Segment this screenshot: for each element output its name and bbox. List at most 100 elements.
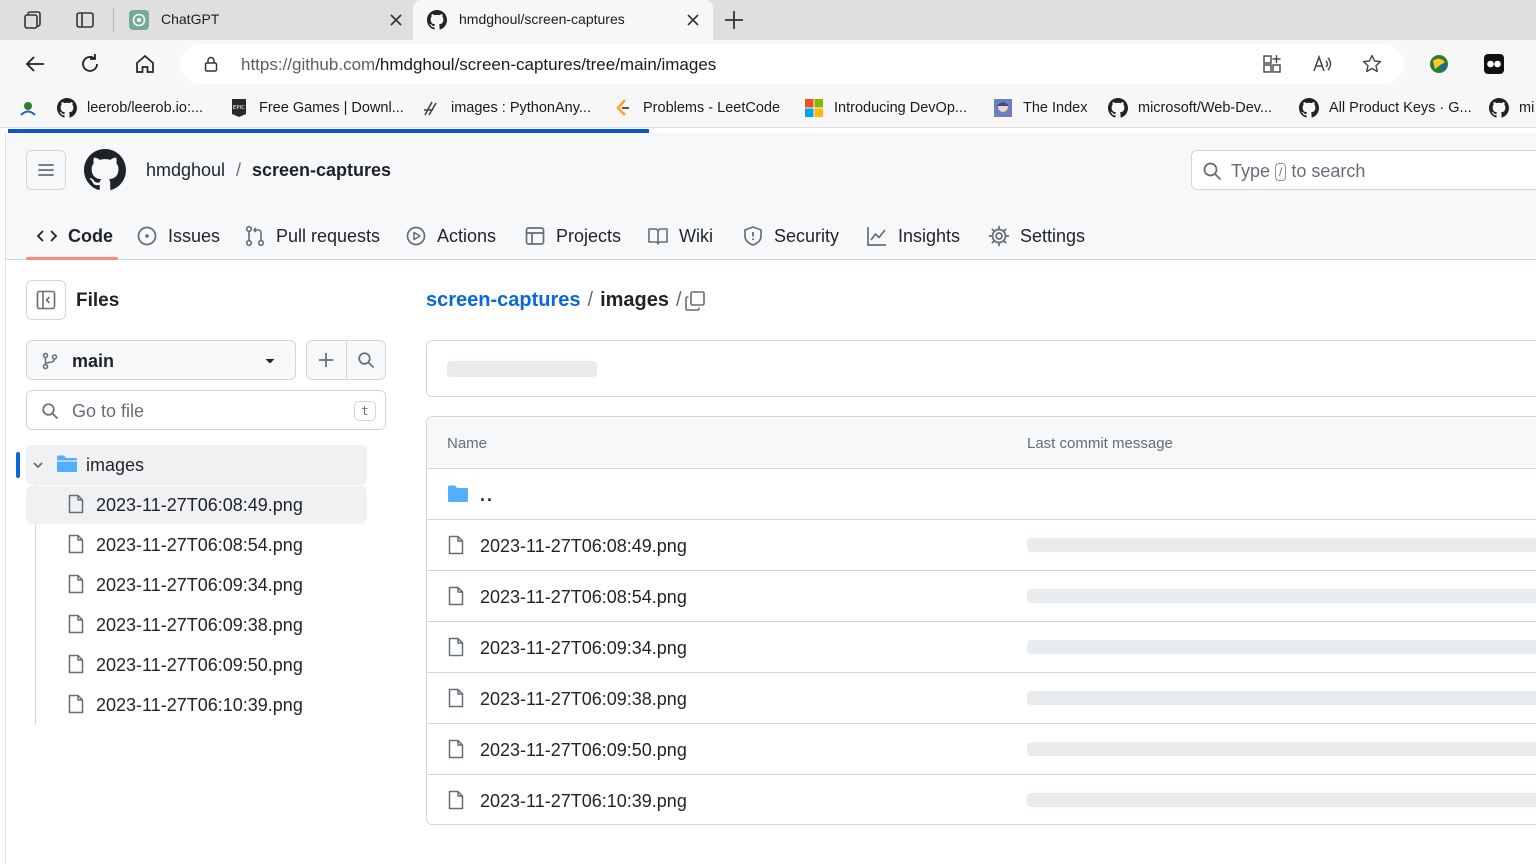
graph-icon	[866, 225, 888, 247]
tab-github[interactable]: hmdghoul/screen-captures	[413, 0, 713, 40]
table-row[interactable]: 2023-11-27T06:09:34.png	[427, 622, 1536, 673]
file-name-link[interactable]: 2023-11-27T06:09:38.png	[480, 689, 687, 710]
back-button[interactable]	[21, 50, 49, 78]
file-name-link[interactable]: 2023-11-27T06:09:50.png	[480, 740, 687, 761]
hamburger-icon	[38, 164, 54, 176]
search-prefix: Type	[1231, 161, 1271, 181]
bookmark-item[interactable]: Introducing DevOp...	[804, 97, 967, 119]
loading-skeleton	[447, 361, 597, 377]
tree-folder-images[interactable]: images	[26, 445, 367, 485]
menu-button[interactable]	[26, 150, 66, 190]
gear-icon	[988, 225, 1010, 247]
add-file-button[interactable]	[307, 341, 346, 379]
bookmark-item[interactable]: mi	[1489, 97, 1534, 119]
table-row[interactable]: 2023-11-27T06:09:50.png	[427, 724, 1536, 775]
bookmark-item[interactable]: leerob/leerob.io:...	[57, 97, 203, 119]
loading-skeleton	[1027, 691, 1536, 705]
bookmark-item[interactable]	[18, 97, 48, 119]
tree-file[interactable]: 2023-11-27T06:08:54.png	[26, 526, 367, 564]
bookmark-item[interactable]: All Product Keys · G...	[1299, 97, 1472, 119]
file-table: Name Last commit message .. 2023-11-27T0…	[426, 416, 1536, 825]
file-name-link[interactable]: 2023-11-27T06:08:54.png	[480, 587, 687, 608]
tree-file[interactable]: 2023-11-27T06:08:49.png	[26, 486, 367, 524]
tab-security[interactable]: Security	[742, 213, 839, 259]
url-host: https://github.com	[241, 55, 376, 74]
parent-directory-link[interactable]: ..	[480, 485, 494, 506]
table-row[interactable]: 2023-11-27T06:10:39.png	[427, 775, 1536, 824]
repo-owner-link[interactable]: hmdghoul	[146, 160, 225, 181]
bookmark-item[interactable]: The Index	[993, 97, 1088, 119]
tab-title: hmdghoul/screen-captures	[459, 11, 625, 27]
table-row[interactable]: 2023-11-27T06:08:54.png	[427, 571, 1536, 622]
branch-selector[interactable]: main	[26, 340, 296, 380]
close-icon[interactable]	[387, 11, 405, 29]
profile-avatar[interactable]	[1480, 50, 1508, 78]
tab-insights[interactable]: Insights	[866, 213, 960, 259]
tab-label: Pull requests	[276, 225, 381, 246]
bookmark-item[interactable]: EPIC Free Games | Downl...	[229, 97, 404, 119]
copy-path-button[interactable]	[682, 288, 708, 314]
tree-file-name: 2023-11-27T06:08:49.png	[96, 495, 303, 515]
close-icon[interactable]	[684, 11, 702, 29]
favorite-star-icon[interactable]	[1361, 53, 1383, 75]
chatgpt-icon	[129, 10, 149, 30]
browser-toolbar: https://github.com/hmdghoul/screen-captu…	[0, 40, 1536, 88]
tab-issues[interactable]: Issues	[136, 213, 220, 259]
table-row[interactable]: 2023-11-27T06:09:38.png	[427, 673, 1536, 724]
tree-file[interactable]: 2023-11-27T06:10:39.png	[26, 686, 367, 724]
anime-avatar-icon	[993, 98, 1013, 118]
file-name-link[interactable]: 2023-11-27T06:08:49.png	[480, 536, 687, 557]
column-header-message: Last commit message	[1027, 435, 1173, 452]
pull-request-icon	[244, 225, 266, 247]
chevron-down-icon	[263, 354, 277, 368]
bookmark-item[interactable]: microsoft/Web-Dev...	[1108, 97, 1272, 119]
home-button[interactable]	[131, 50, 159, 78]
vertical-tabs-icon[interactable]	[71, 6, 99, 34]
new-tab-button[interactable]	[720, 6, 748, 34]
tab-code[interactable]: Code	[36, 213, 113, 259]
search-files-button[interactable]	[345, 341, 385, 379]
search-icon	[358, 352, 374, 368]
tab-pull-requests[interactable]: Pull requests	[244, 213, 380, 259]
table-row-parent[interactable]: ..	[427, 469, 1536, 520]
bookmark-item[interactable]: images : PythonAny...	[421, 97, 591, 119]
search-input[interactable]: Type / to search	[1191, 150, 1536, 190]
tab-chatgpt[interactable]: ChatGPT	[115, 0, 411, 40]
tree-file-name: 2023-11-27T06:09:34.png	[96, 575, 303, 595]
selected-tab-underline	[26, 257, 118, 260]
tab-title: ChatGPT	[161, 11, 220, 27]
tree-file[interactable]: 2023-11-27T06:09:34.png	[26, 566, 367, 604]
epic-games-icon: EPIC	[229, 98, 249, 118]
search-icon	[1202, 161, 1222, 181]
repo-name-link[interactable]: screen-captures	[252, 160, 391, 181]
chevron-down-icon[interactable]	[30, 457, 46, 473]
refresh-button[interactable]	[76, 50, 104, 78]
url-text[interactable]: https://github.com/hmdghoul/screen-captu…	[241, 55, 716, 75]
app-available-icon[interactable]	[1261, 53, 1283, 75]
tree-file[interactable]: 2023-11-27T06:09:38.png	[26, 606, 367, 644]
file-name-link[interactable]: 2023-11-27T06:10:39.png	[480, 791, 687, 812]
github-logo-icon[interactable]	[84, 149, 126, 191]
bookmark-item[interactable]: Problems - LeetCode	[613, 97, 780, 119]
tab-projects[interactable]: Projects	[524, 213, 621, 259]
file-icon	[67, 614, 85, 634]
url-path: /hmdghoul/screen-captures/tree/main/imag…	[375, 55, 717, 74]
breadcrumb-repo-link[interactable]: screen-captures	[426, 289, 581, 312]
tree-file-name: 2023-11-27T06:09:50.png	[96, 655, 303, 675]
workspaces-icon[interactable]	[19, 6, 47, 34]
address-bar[interactable]: https://github.com/hmdghoul/screen-captu…	[180, 44, 1404, 84]
lock-icon[interactable]	[202, 55, 220, 73]
go-to-file-input[interactable]: Go to file t	[26, 390, 386, 430]
repo-header: hmdghoul / screen-captures Type / to sea…	[6, 133, 1536, 260]
tab-actions[interactable]: Actions	[405, 213, 496, 259]
tab-wiki[interactable]: Wiki	[647, 213, 713, 259]
github-icon	[1489, 98, 1509, 118]
read-aloud-icon[interactable]	[1311, 53, 1333, 75]
tree-file[interactable]: 2023-11-27T06:09:50.png	[26, 646, 367, 684]
browser-extension-icon[interactable]	[1425, 50, 1453, 78]
tab-settings[interactable]: Settings	[988, 213, 1085, 259]
table-row[interactable]: 2023-11-27T06:08:49.png	[427, 520, 1536, 571]
file-name-link[interactable]: 2023-11-27T06:09:34.png	[480, 638, 687, 659]
breadcrumb-current: images	[600, 289, 670, 311]
collapse-file-tree-button[interactable]	[26, 280, 66, 320]
